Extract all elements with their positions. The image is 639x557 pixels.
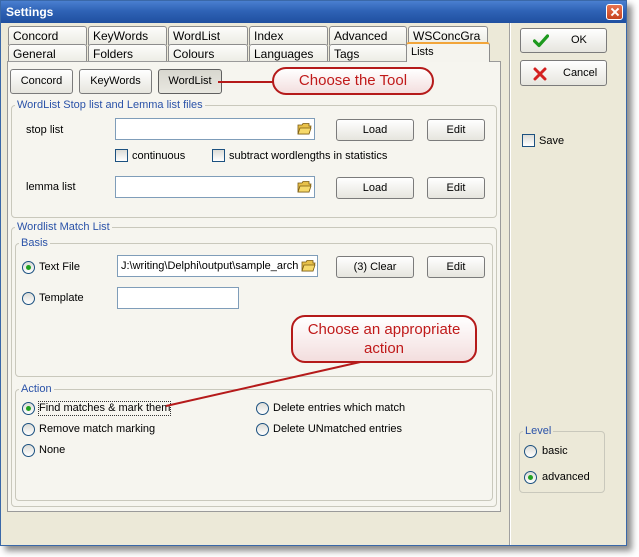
stop-list-input[interactable] [115,118,315,140]
stoplist-group-title: WordList Stop list and Lemma list files [15,99,205,111]
none-label: None [39,444,66,456]
basic-level-radio[interactable] [524,445,537,458]
choose-action-callout: Choose an appropriate action [291,315,477,363]
tab-wordlist[interactable]: WordList [168,26,248,45]
advanced-level-radio[interactable] [524,471,537,484]
save-checkbox[interactable] [522,134,535,147]
close-icon[interactable] [606,4,623,20]
subtract-wordlengths-checkbox[interactable] [212,149,225,162]
wordlist-tool-button[interactable]: WordList [158,69,222,94]
save-label: Save [539,135,565,147]
tab-keywords[interactable]: KeyWords [88,26,167,45]
find-matches-label: Find matches & mark them [37,401,172,416]
remove-marking-radio[interactable] [22,423,35,436]
advanced-level-label: advanced [542,471,590,483]
concord-tool-button[interactable]: Concord [10,69,73,94]
green-check-icon [533,34,549,48]
stop-list-edit-button[interactable]: Edit [427,119,485,141]
lemma-list-label: lemma list [26,181,76,193]
keywords-tool-button[interactable]: KeyWords [79,69,152,94]
folder-open-icon[interactable] [297,122,312,135]
text-file-path: J:\writing\Delphi\output\sample_arch [121,260,299,272]
ok-label: OK [571,34,587,46]
delete-unmatched-radio[interactable] [256,423,269,436]
choose-tool-callout: Choose the Tool [272,67,434,95]
right-panel-separator [509,23,511,545]
basic-level-label: basic [542,445,568,457]
stop-list-load-button[interactable]: Load [336,119,414,141]
tab-concord[interactable]: Concord [8,26,87,45]
template-input[interactable] [117,287,239,309]
tab-index[interactable]: Index [249,26,328,45]
cancel-label: Cancel [563,67,598,79]
tab-lists[interactable]: Lists [406,42,490,62]
action-group-title: Action [19,383,54,395]
template-radio[interactable] [22,292,35,305]
text-file-input[interactable]: J:\writing\Delphi\output\sample_arch [117,255,318,277]
title-bar: Settings [1,1,626,23]
folder-open-icon[interactable] [297,180,312,193]
red-x-icon [533,67,547,81]
lemma-list-edit-button[interactable]: Edit [427,177,485,199]
find-matches-radio[interactable] [22,402,35,415]
basis-group-title: Basis [19,237,50,249]
stop-list-label: stop list [26,124,64,136]
remove-marking-label: Remove match marking [39,423,156,435]
continuous-label: continuous [132,150,186,162]
delete-matching-radio[interactable] [256,402,269,415]
window-title: Settings [6,5,54,19]
match-edit-button[interactable]: Edit [427,256,485,278]
continuous-checkbox[interactable] [115,149,128,162]
lemma-list-input[interactable] [115,176,315,198]
delete-unmatched-label: Delete UNmatched entries [273,423,403,435]
delete-matching-label: Delete entries which match [273,402,406,414]
clear-match-button[interactable]: (3) Clear [336,256,414,278]
level-group-title: Level [523,425,554,437]
ok-button[interactable]: OK [520,28,607,53]
template-label: Template [39,292,84,304]
match-list-group-title: Wordlist Match List [15,221,112,233]
none-radio[interactable] [22,444,35,457]
lemma-list-load-button[interactable]: Load [336,177,414,199]
folder-open-icon[interactable] [301,259,316,272]
tab-advanced[interactable]: Advanced [329,26,407,45]
text-file-label: Text File [39,261,80,273]
text-file-radio[interactable] [22,261,35,274]
cancel-button[interactable]: Cancel [520,60,607,86]
subtract-wordlengths-label: subtract wordlengths in statistics [229,150,388,162]
